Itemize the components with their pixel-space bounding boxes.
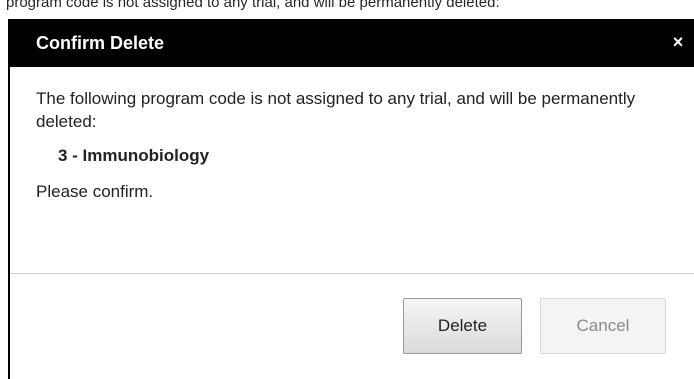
confirm-delete-dialog: Confirm Delete × The following program c…: [8, 19, 694, 379]
background-page: program code is not assigned to any tria…: [0, 0, 694, 20]
dialog-titlebar: Confirm Delete ×: [10, 19, 694, 67]
close-icon[interactable]: ×: [670, 33, 686, 51]
cancel-button[interactable]: Cancel: [540, 298, 666, 354]
dialog-body: The following program code is not assign…: [36, 87, 676, 203]
program-code-item: 3 - Immunobiology: [58, 146, 210, 165]
dialog-divider: [10, 273, 694, 274]
background-text: program code is not assigned to any tria…: [6, 0, 500, 11]
confirm-prompt: Please confirm.: [36, 182, 154, 201]
dialog-title: Confirm Delete: [36, 33, 165, 53]
delete-button[interactable]: Delete: [403, 298, 522, 354]
dialog-message: The following program code is not assign…: [36, 89, 636, 131]
